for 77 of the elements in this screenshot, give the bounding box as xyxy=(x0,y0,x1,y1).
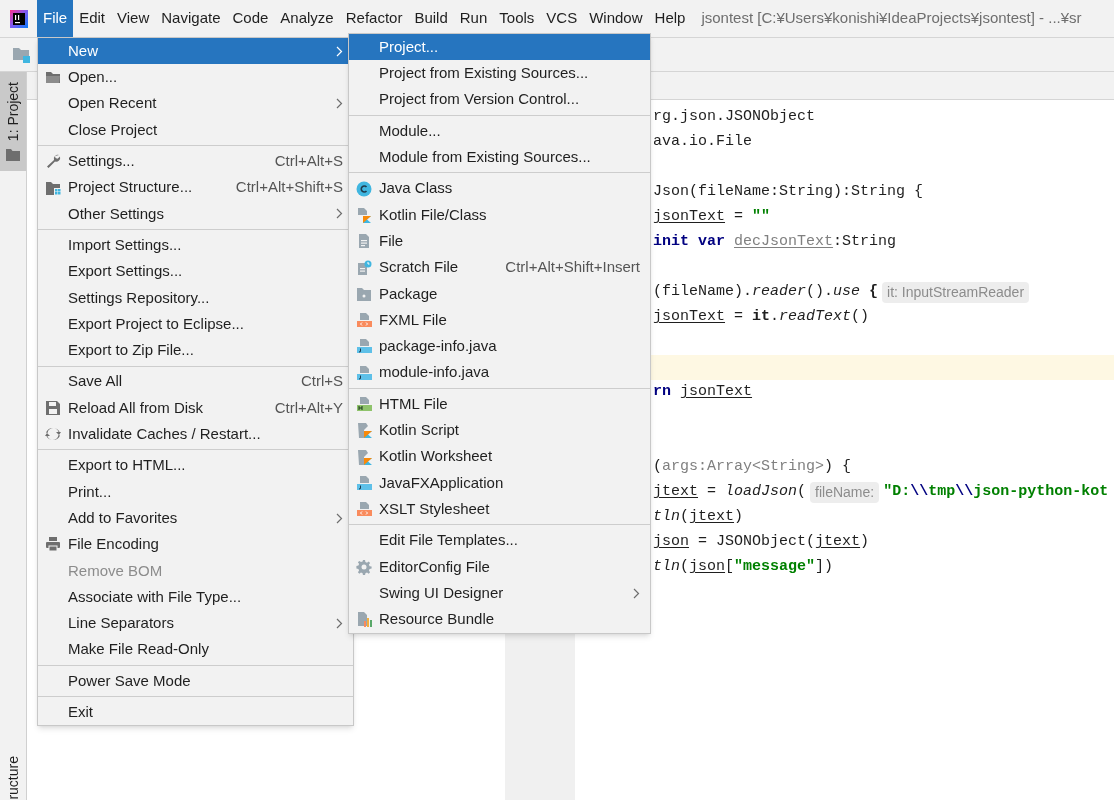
java-file-icon xyxy=(356,474,372,491)
app-logo-icon[interactable] xyxy=(9,9,28,28)
code-line: json = JSONObject(jtext) xyxy=(652,532,871,553)
shortcut-text: Ctrl+Alt+Shift+Insert xyxy=(505,257,640,278)
java-file-icon xyxy=(356,338,372,355)
menu-item[interactable]: Module... xyxy=(349,117,650,145)
code-line: Json(fileName:String):String { xyxy=(652,182,925,203)
code-line: rg.json.JSONObject xyxy=(652,107,817,128)
gear-icon xyxy=(356,558,372,575)
menu-item[interactable]: Scratch File Ctrl+Alt+Shift+Insert xyxy=(349,254,650,281)
menu[interactable]: Analyze xyxy=(274,0,340,37)
markup-file-icon xyxy=(356,501,372,518)
menu[interactable]: Edit xyxy=(73,0,112,37)
kotlin-script-icon xyxy=(356,422,372,439)
menu[interactable]: File xyxy=(37,0,74,37)
code-line: tln(json["message"]) xyxy=(652,557,835,578)
folder-icon xyxy=(6,149,20,162)
menu[interactable]: View xyxy=(111,0,156,37)
kotlin-script-icon xyxy=(356,448,372,465)
folder-icon xyxy=(356,285,372,302)
menu[interactable]: Code xyxy=(226,0,275,37)
menu-item[interactable]: Project... xyxy=(349,34,650,61)
bar-chart-file-icon xyxy=(356,611,372,628)
menu-item[interactable]: File xyxy=(349,228,650,255)
chevron-right-icon xyxy=(336,512,343,524)
chevron-right-icon xyxy=(336,208,343,220)
java-file-icon xyxy=(356,364,372,381)
menu[interactable]: Refactor xyxy=(339,0,409,37)
shortcut-text: Ctrl+Alt+Y xyxy=(274,397,343,418)
html-file-icon xyxy=(356,396,372,412)
menu-item[interactable]: Exit xyxy=(38,699,353,726)
chevron-right-icon xyxy=(336,45,343,57)
scratch-file-icon xyxy=(356,259,372,276)
parameter-hint: it: InputStreamReader xyxy=(882,282,1030,303)
wrench-icon xyxy=(45,153,61,170)
menu-item[interactable]: FXML File xyxy=(349,306,650,334)
folder-grid-icon xyxy=(45,179,61,196)
code-line: rn jsonText xyxy=(652,382,754,403)
menu[interactable]: Window xyxy=(583,0,649,37)
kotlin-file-icon xyxy=(356,206,372,223)
chevron-right-icon xyxy=(336,617,343,629)
menu-item[interactable]: module-info.java xyxy=(349,359,650,386)
menu-item[interactable]: Swing UI Designer xyxy=(349,579,650,607)
code-line: ava.io.File xyxy=(652,132,754,153)
chevron-right-icon xyxy=(633,587,640,599)
folder-icon xyxy=(45,69,61,86)
tool-window-tab[interactable]: 1: Project xyxy=(0,72,26,172)
reload-icon xyxy=(45,426,61,443)
printer-icon xyxy=(45,536,61,553)
markup-file-icon xyxy=(356,312,372,329)
menu-item[interactable]: Make File Read-Only xyxy=(38,636,353,663)
shortcut-text: Ctrl+Alt+Shift+S xyxy=(235,177,343,198)
code-line: (args:Array<String>) { xyxy=(652,457,853,478)
tool-window-tab[interactable]: ructure xyxy=(2,756,24,800)
code-line: jsonText = it.readText() xyxy=(652,307,871,328)
file-icon xyxy=(356,233,372,250)
parameter-hint: fileName: xyxy=(810,482,880,503)
menu[interactable]: Run xyxy=(453,0,494,37)
menu[interactable]: VCS xyxy=(540,0,584,37)
menu-item[interactable]: Power Save Mode xyxy=(38,667,353,695)
menu-item[interactable]: Project from Version Control... xyxy=(349,86,650,113)
chevron-right-icon xyxy=(336,98,343,110)
circle-icon xyxy=(356,180,372,197)
menu[interactable]: Navigate xyxy=(155,0,227,37)
code-line: init var decJsonText:String xyxy=(652,232,898,253)
menu-item[interactable]: JavaFXApplication xyxy=(349,469,650,497)
menu[interactable]: Build xyxy=(408,0,454,37)
shortcut-text: Ctrl+S xyxy=(300,371,343,392)
shortcut-text: Ctrl+Alt+S xyxy=(274,151,343,172)
window-title: jsontest [C:¥Users¥konishi¥IdeaProjects¥jsontest] - ...¥sr xyxy=(700,8,1082,29)
menu-item[interactable]: package-info.java xyxy=(349,333,650,360)
code-line: tln(jtext) xyxy=(652,507,745,528)
menu-item[interactable]: Package xyxy=(349,280,650,307)
menu[interactable]: Help xyxy=(648,0,692,37)
menu[interactable]: Tools xyxy=(493,0,541,37)
code-line: jsonText = "" xyxy=(652,207,772,228)
floppy-icon xyxy=(45,400,61,416)
